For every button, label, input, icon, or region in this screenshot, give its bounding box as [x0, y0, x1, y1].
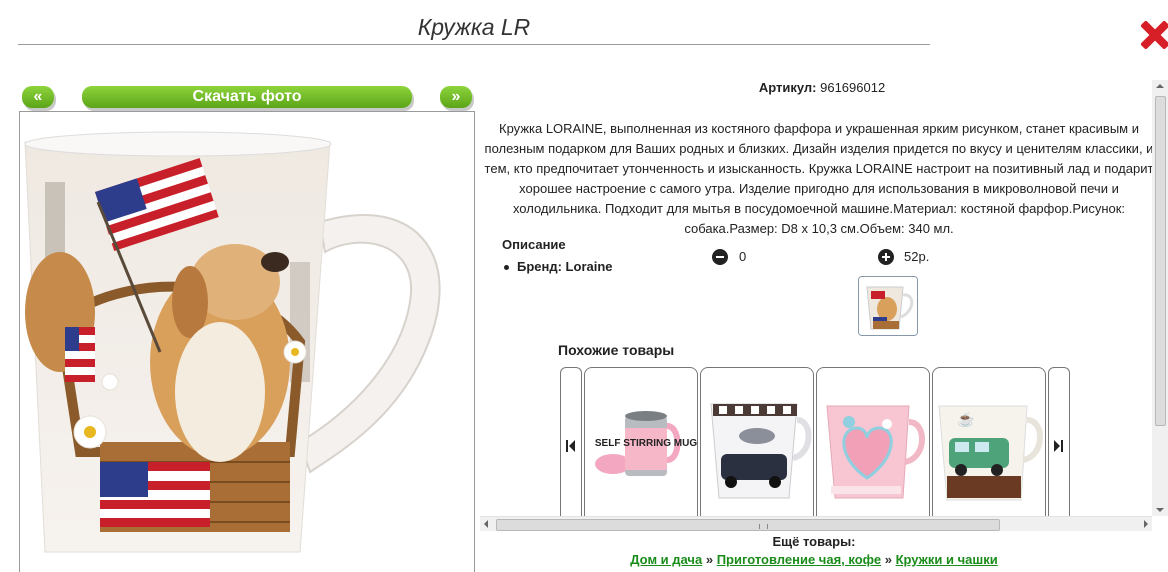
page-title: Кружка LR — [18, 14, 930, 45]
specs-title: Описание — [502, 237, 566, 252]
self-stirring-mug-image: SELF STIRRING MUG — [595, 411, 697, 476]
photo-thumbnail[interactable] — [858, 276, 918, 336]
similar-item[interactable]: ☕ — [932, 367, 1046, 518]
article-value: 961696012 — [820, 80, 886, 95]
similar-products-title: Похожие товары — [558, 342, 675, 358]
bullet-icon — [504, 265, 509, 271]
crumb-mugs-cups[interactable]: Кружки и чашки — [896, 552, 998, 567]
quantity-value: 0 — [739, 249, 747, 264]
close-icon[interactable] — [1140, 18, 1168, 52]
product-info-panel: Артикул: 961696012 Кружка LORAINE, выпол… — [476, 70, 1168, 564]
svg-text:☕: ☕ — [957, 410, 974, 428]
similar-item[interactable] — [816, 367, 930, 518]
article-label: Артикул: — [758, 80, 817, 95]
more-products-title: Ещё товары: — [772, 534, 856, 549]
horizontal-scrollbar[interactable] — [480, 516, 1152, 531]
mug-caption: SELF STIRRING MUG — [595, 438, 697, 449]
next-photo-button[interactable]: » — [440, 86, 472, 108]
breadcrumb: Дом и дача » Приготовление чая, кофе » К… — [476, 552, 1152, 567]
download-photo-button[interactable]: Скачать фото — [82, 86, 412, 108]
minus-icon[interactable] — [712, 249, 728, 265]
plus-icon[interactable] — [878, 249, 894, 265]
product-description: Кружка LORAINE, выполненная из костяного… — [484, 121, 1154, 236]
article-line: Артикул: 961696012 — [476, 80, 1168, 95]
crumb-separator: » — [884, 552, 892, 567]
crumb-home-garden[interactable]: Дом и дача — [630, 552, 702, 567]
skip-forward-icon — [1054, 440, 1060, 452]
brand-text: Бренд: Loraine — [517, 259, 613, 274]
carousel-prev-button[interactable] — [560, 367, 582, 518]
price-value: 52р. — [904, 249, 930, 264]
car-print-mug-image — [710, 403, 812, 499]
carousel-next-button[interactable] — [1048, 367, 1070, 518]
brand-item: Бренд: Loraine — [504, 259, 613, 274]
crumb-tea-coffee[interactable]: Приготовление чая, кофе — [717, 552, 881, 567]
similar-item[interactable] — [700, 367, 814, 518]
green-van-mug-image: ☕ — [938, 405, 1043, 501]
crumb-separator: » — [705, 552, 714, 567]
skip-back-icon — [569, 440, 575, 452]
vertical-scrollbar[interactable] — [1152, 80, 1168, 516]
similar-item[interactable]: SELF STIRRING MUG — [584, 367, 698, 518]
prev-photo-button[interactable]: « — [22, 86, 54, 108]
product-photo — [19, 111, 475, 572]
mug-image — [20, 112, 474, 572]
pink-heart-mug-image — [826, 405, 925, 499]
